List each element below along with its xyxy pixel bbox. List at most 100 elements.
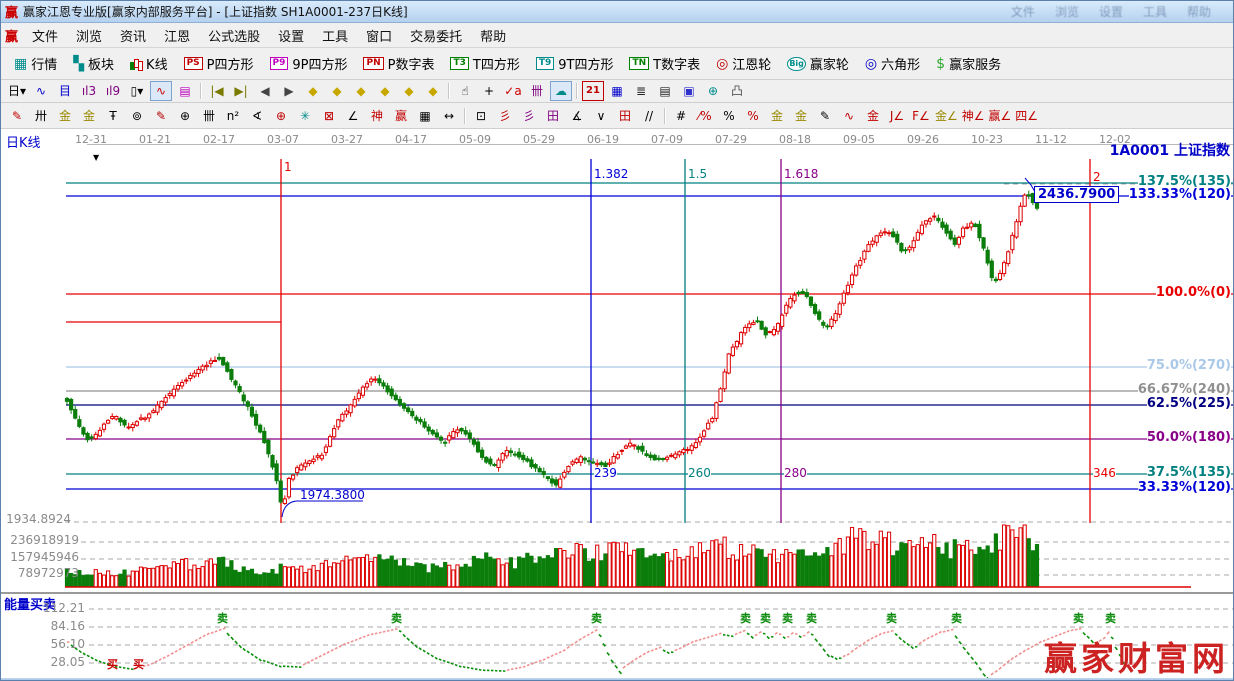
ruler-123-icon[interactable]: ▦ [414, 106, 436, 126]
gold-box-red-icon[interactable]: 金 [862, 106, 884, 126]
p-number-table-button[interactable]: PNP数字表 [356, 51, 441, 76]
percent-slash-icon[interactable]: ⁄% [694, 106, 716, 126]
data-list-icon[interactable]: ≣ [630, 81, 652, 101]
gann-star-icon[interactable]: ✳ [294, 106, 316, 126]
winner-service-button[interactable]: $赢家服务 [929, 51, 1008, 76]
period-day-dropdown-icon[interactable]: 日▾ [6, 81, 28, 101]
compass-cross-icon[interactable]: ⊕ [270, 106, 292, 126]
smart-cloud-icon[interactable]: ☁ [550, 81, 572, 101]
gann-circle-icon[interactable]: ⊕ [174, 106, 196, 126]
slash-lines-icon[interactable]: // [638, 106, 660, 126]
next-bar-icon[interactable]: ▶ [278, 81, 300, 101]
candle-pencil-icon[interactable]: ✎ [814, 106, 836, 126]
web-globe-icon[interactable]: ⊕ [702, 81, 724, 101]
info-board-icon[interactable]: 目 [54, 81, 76, 101]
kline-button[interactable]: K线 [123, 51, 175, 76]
t-square-button[interactable]: T3T四方形 [443, 51, 526, 76]
annotate-icon[interactable]: ✓a [502, 81, 524, 101]
bars-9-icon[interactable]: ıl9 [102, 81, 124, 101]
box-x-icon[interactable]: ⊠ [318, 106, 340, 126]
n-squared-icon[interactable]: n² [222, 106, 244, 126]
shen-tool-icon[interactable]: 神 [366, 106, 388, 126]
angle-mirror-icon[interactable]: ∢ [246, 106, 268, 126]
prev-bar-icon[interactable]: ◀ [254, 81, 276, 101]
menu-item-文件[interactable]: 文件 [23, 24, 67, 47]
zigzag-blue-icon[interactable]: ∿ [30, 81, 52, 101]
diamond-h-expand-icon[interactable]: ◆ [350, 81, 372, 101]
print-export-icon[interactable]: 凸 [726, 81, 748, 101]
scale-ruler-icon[interactable]: # [670, 106, 692, 126]
j-angle-icon[interactable]: J∠ [886, 106, 908, 126]
calendar-21-icon[interactable]: 21 [582, 81, 604, 101]
date-axis-label: 03-27 [331, 133, 363, 146]
9p-square-button[interactable]: P99P四方形 [263, 51, 355, 76]
box-select-icon[interactable]: ⊡ [470, 106, 492, 126]
gold-line-icon[interactable]: 金 [790, 106, 812, 126]
sectors-button[interactable]: ▚板块 [66, 51, 121, 76]
last-bar-icon[interactable]: ▶| [230, 81, 252, 101]
menu-item-帮助[interactable]: 帮助 [471, 24, 515, 47]
menu-item-江恩[interactable]: 江恩 [155, 24, 199, 47]
si-angle-icon[interactable]: 四∠ [1014, 106, 1039, 126]
winner-wheel-button[interactable]: Big赢家轮 [780, 51, 856, 76]
menu-item-窗口[interactable]: 窗口 [357, 24, 401, 47]
shen-angle-icon[interactable]: 神∠ [961, 106, 986, 126]
ying-angle-icon[interactable]: 赢∠ [988, 106, 1013, 126]
ying-tool-icon[interactable]: 赢 [390, 106, 412, 126]
t-number-table-button[interactable]: TNT数字表 [622, 51, 707, 76]
gold-angle-icon[interactable]: 金∠ [934, 106, 959, 126]
percent-icon[interactable]: % [718, 106, 740, 126]
9t-square-button[interactable]: T99T四方形 [529, 51, 621, 76]
gann-wheel-button[interactable]: ◎江恩轮 [709, 51, 778, 76]
pencil-icon[interactable]: ✎ [150, 106, 172, 126]
menu-item-浏览[interactable]: 浏览 [67, 24, 111, 47]
ghost-menu-item: 设置 [1099, 3, 1123, 20]
fan-purple-box-icon[interactable]: 彡 [518, 106, 540, 126]
hatch-lines-icon[interactable]: 卅 [30, 106, 52, 126]
gann-gold-2-icon[interactable]: 金 [78, 106, 100, 126]
chart-area[interactable]: 日K线 1A0001 上证指数 ▼ 2436.7900 1974.3800 能量… [1, 129, 1233, 681]
percent-line-icon[interactable]: % [742, 106, 764, 126]
color-histogram-icon[interactable]: ▤ [174, 81, 196, 101]
market-quotes-button[interactable]: ▦行情 [7, 51, 64, 76]
menu-item-设置[interactable]: 设置 [269, 24, 313, 47]
menu-item-公式选股[interactable]: 公式选股 [199, 24, 269, 47]
gann-gold-1-icon[interactable]: 金 [54, 106, 76, 126]
menu-item-工具[interactable]: 工具 [313, 24, 357, 47]
calculator-icon[interactable]: ▦ [606, 81, 628, 101]
check-line-icon[interactable]: ∨ [590, 106, 612, 126]
f-angle-icon[interactable]: F∠ [910, 106, 932, 126]
diamond-v-expand-icon[interactable]: ◆ [398, 81, 420, 101]
net-box-icon[interactable]: 田 [542, 106, 564, 126]
hatch-lines-2-icon[interactable]: 卌 [198, 106, 220, 126]
brush-icon[interactable]: ✎ [6, 106, 28, 126]
menu-item-资讯[interactable]: 资讯 [111, 24, 155, 47]
p-square-button[interactable]: PSP四方形 [177, 51, 261, 76]
spiral-icon[interactable]: ⊚ [126, 106, 148, 126]
hand-drag-icon[interactable]: ☝ [454, 81, 476, 101]
first-bar-icon[interactable]: |◀ [206, 81, 228, 101]
grid-red-icon[interactable]: 田 [614, 106, 636, 126]
diamond-collapse-icon[interactable]: ◆ [374, 81, 396, 101]
notepad-icon[interactable]: ▤ [654, 81, 676, 101]
bars-3-icon[interactable]: ıl3 [78, 81, 100, 101]
candle-style-dropdown-icon[interactable]: ▯▾ [126, 81, 148, 101]
diamond-right-icon[interactable]: ◆ [326, 81, 348, 101]
width-arrows-icon[interactable]: ↔ [438, 106, 460, 126]
wave-red-icon[interactable]: ∿ [838, 106, 860, 126]
menu-item-交易委托[interactable]: 交易委托 [401, 24, 471, 47]
grid-tool-purple-icon[interactable]: 卌 [526, 81, 548, 101]
diamond-cross-icon[interactable]: ◆ [422, 81, 444, 101]
angle-marks-icon[interactable]: ∠ [342, 106, 364, 126]
gold-circle-icon[interactable]: 金 [766, 106, 788, 126]
hexagon-button[interactable]: ◎六角形 [858, 51, 927, 76]
title-bar[interactable]: 赢 赢家江恩专业版[赢家内部服务平台] - [上证指数 SH1A0001-237… [1, 1, 1233, 23]
fan-red-icon[interactable]: 彡 [494, 106, 516, 126]
save-icon[interactable]: ▣ [678, 81, 700, 101]
zigzag-red-icon[interactable]: ∿ [150, 81, 172, 101]
angle-lines-icon[interactable]: ∡ [566, 106, 588, 126]
volume-axis-label: 157945946 [10, 551, 79, 564]
crosshair-icon[interactable]: + [478, 81, 500, 101]
diamond-left-icon[interactable]: ◆ [302, 81, 324, 101]
f-ruler-icon[interactable]: Ŧ [102, 106, 124, 126]
